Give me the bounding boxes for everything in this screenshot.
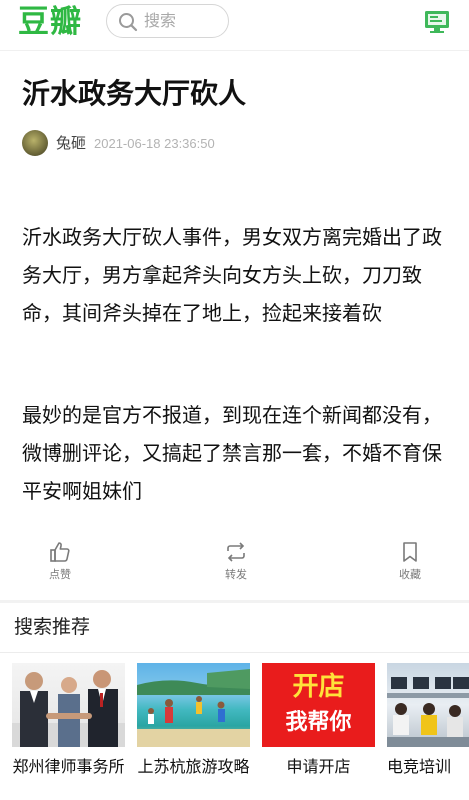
favorite-label: 收藏 (399, 568, 421, 581)
beach-tourists-photo (137, 663, 250, 747)
banner-line-2: 我帮你 (285, 710, 352, 735)
recommend-caption: 上苏杭旅游攻略 (137, 757, 250, 776)
recommend-card[interactable]: 上苏杭旅游攻略 (137, 663, 250, 777)
search-box[interactable]: 搜索 (106, 4, 229, 38)
repost-icon (227, 542, 245, 562)
post-timestamp: 2021-06-18 23:36:50 (94, 136, 215, 151)
favorite-button[interactable]: 收藏 (380, 538, 440, 588)
bookmark-icon (403, 542, 417, 562)
avatar[interactable] (22, 130, 48, 156)
recommend-caption: 郑州律师事务所 (12, 757, 125, 776)
section-divider (0, 600, 469, 603)
recommend-card[interactable]: 开店 我帮你 申请开店 (262, 663, 375, 777)
author-name[interactable]: 兔砸 (56, 133, 86, 153)
monitor-icon[interactable] (424, 10, 450, 34)
search-icon (119, 13, 138, 32)
article-title: 沂水政务大厅砍人 (22, 77, 247, 110)
recommend-title: 搜索推荐 (14, 616, 91, 638)
like-button[interactable]: 点赞 (30, 538, 90, 588)
like-label: 点赞 (49, 568, 71, 581)
thumbs-up-icon (50, 542, 70, 562)
share-label: 转发 (225, 568, 247, 581)
action-bar: 点赞 转发 收藏 (0, 538, 469, 588)
share-button[interactable]: 转发 (206, 538, 266, 588)
search-placeholder: 搜索 (144, 11, 177, 30)
top-bar: 豆瓣 搜索 (0, 0, 469, 46)
article-paragraph: 最妙的是官方不报道，到现在连个新闻都没有，微博删评论，又搞起了禁言那一套，不婚不… (22, 403, 442, 503)
recommend-card[interactable]: 电竞培训 (387, 663, 469, 777)
computer-classroom-photo (387, 663, 469, 747)
header-divider (0, 50, 469, 51)
business-people-photo (12, 663, 125, 747)
recommend-caption: 申请开店 (286, 757, 351, 776)
banner-line-1: 开店 (292, 672, 345, 702)
recommend-card[interactable]: 郑州律师事务所 (12, 663, 125, 777)
douban-logo[interactable]: 豆瓣 (18, 4, 82, 40)
recommend-divider (0, 652, 469, 653)
open-store-banner: 开店 我帮你 (262, 663, 375, 747)
recommend-caption: 电竞培训 (387, 757, 452, 776)
article-paragraph: 沂水政务大厅砍人事件，男女双方离完婚出了政务大厅，男方拿起斧头向女方头上砍，刀刀… (22, 225, 442, 325)
